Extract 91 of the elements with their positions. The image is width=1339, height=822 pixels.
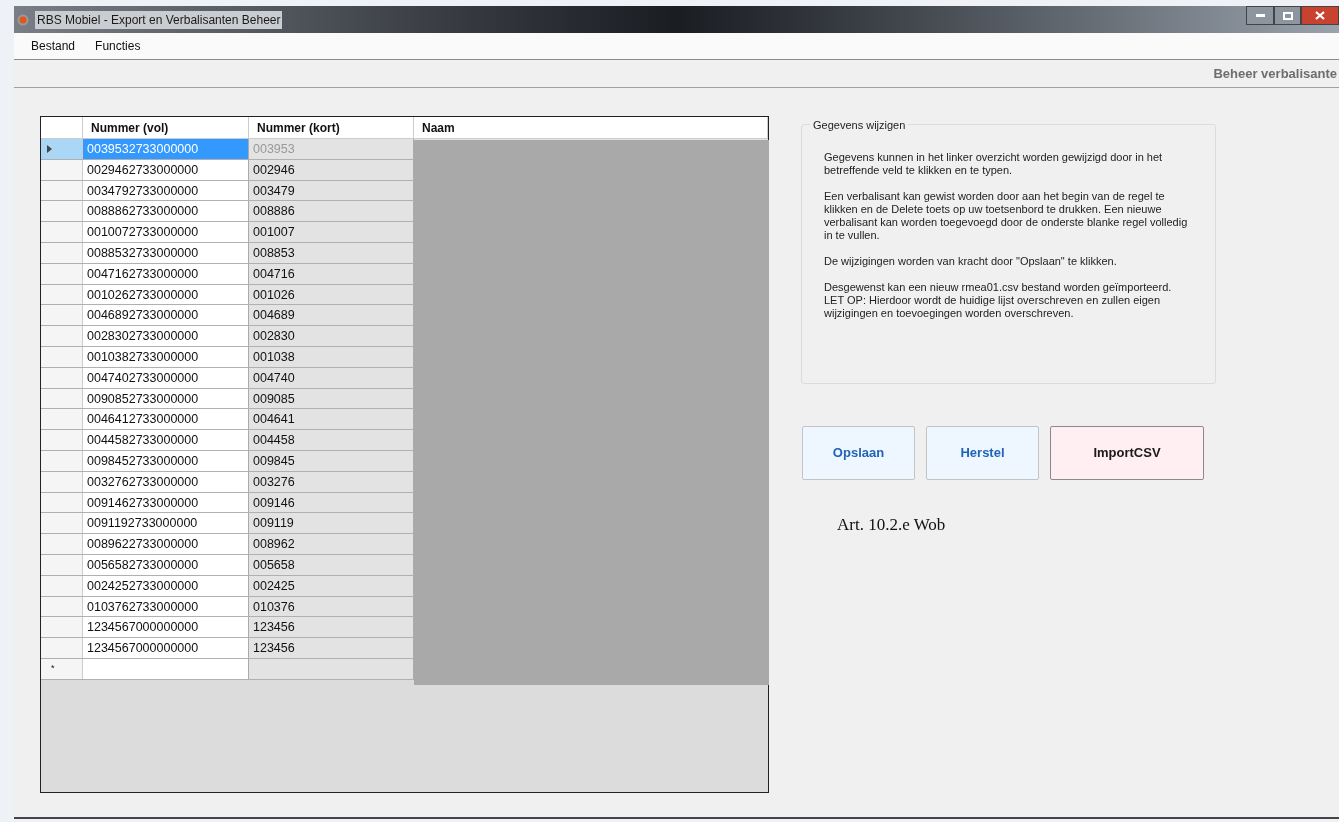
table-cell[interactable]	[83, 658, 249, 679]
table-cell: 003276	[249, 471, 414, 492]
table-cell: 009119	[249, 513, 414, 534]
row-header[interactable]	[41, 305, 83, 326]
maximize-button[interactable]	[1274, 6, 1301, 25]
info-paragraph: Gegevens kunnen in het linker overzicht worden gewijzigd door in het betreffende veld te klikken en te typen.	[824, 151, 1164, 177]
table-cell[interactable]: 0034792733000000	[83, 180, 249, 201]
table-cell[interactable]: 0091192733000000	[83, 513, 249, 534]
row-header[interactable]	[41, 388, 83, 409]
table-cell: 002946	[249, 159, 414, 180]
table-cell[interactable]: 0047162733000000	[83, 263, 249, 284]
column-header[interactable]: Nummer (vol)	[83, 117, 249, 138]
window-title: RBS Mobiel - Export en Verbalisanten Beheer	[35, 10, 283, 29]
action-button[interactable]: ImportCSV	[1050, 426, 1204, 480]
column-header[interactable]: Nummer (kort)	[249, 117, 414, 138]
table-cell: 002425	[249, 575, 414, 596]
info-paragraph: Desgewenst kan een nieuw rmea01.csv bestand worden geïmporteerd. LET OP: Hierdoor wordt de huidige lijst overschreven en zullen eigen wijzigingen en toevoegingen worden overschreven.	[824, 281, 1173, 320]
table-cell: 008886	[249, 201, 414, 222]
toolbar-label: Beheer verbalisante	[1213, 64, 1337, 83]
table-cell[interactable]: 0010382733000000	[83, 346, 249, 367]
table-cell[interactable]: 0010262733000000	[83, 284, 249, 305]
action-button[interactable]: Herstel	[926, 426, 1039, 480]
table-cell: 004740	[249, 367, 414, 388]
table-cell: 004641	[249, 409, 414, 430]
table-cell[interactable]: 0090852733000000	[83, 388, 249, 409]
table-cell[interactable]: 0088862733000000	[83, 201, 249, 222]
menu-item[interactable]: Bestand	[31, 37, 76, 55]
table-cell[interactable]: 0046892733000000	[83, 305, 249, 326]
row-header[interactable]	[41, 367, 83, 388]
table-cell[interactable]: 0010072733000000	[83, 222, 249, 242]
table-cell: 009085	[249, 388, 414, 409]
table-cell: 004458	[249, 430, 414, 450]
row-header[interactable]	[41, 201, 83, 222]
table-cell[interactable]: 1234567000000000	[83, 638, 249, 658]
legal-note: Art. 10.2.e Wob	[837, 514, 947, 536]
table-cell[interactable]: 0056582733000000	[83, 554, 249, 575]
info-paragraph: De wijzigingen worden van kracht door "Opslaan" te klikken.	[824, 255, 1118, 268]
table-cell: 008962	[249, 534, 414, 554]
row-header[interactable]	[41, 554, 83, 575]
row-header[interactable]	[41, 513, 83, 534]
table-cell[interactable]: 1234567000000000	[83, 617, 249, 638]
row-header[interactable]	[41, 139, 83, 159]
row-header[interactable]	[41, 575, 83, 596]
table-cell[interactable]: 0103762733000000	[83, 596, 249, 617]
table-cell: 123456	[249, 638, 414, 658]
table-cell[interactable]: 0028302733000000	[83, 326, 249, 346]
table-cell[interactable]: 0044582733000000	[83, 430, 249, 450]
close-icon	[1315, 11, 1325, 20]
table-cell[interactable]: 0024252733000000	[83, 575, 249, 596]
table-cell: 123456	[249, 617, 414, 638]
table-cell: 003479	[249, 180, 414, 201]
row-header[interactable]	[41, 450, 83, 471]
table-cell: 010376	[249, 596, 414, 617]
table-cell: 004689	[249, 305, 414, 326]
table-cell: 009146	[249, 492, 414, 513]
row-header[interactable]	[41, 284, 83, 305]
row-header[interactable]	[41, 263, 83, 284]
new-row-marker: *	[51, 662, 55, 676]
row-header[interactable]	[41, 159, 83, 180]
table-cell[interactable]: 0047402733000000	[83, 367, 249, 388]
table-cell[interactable]: 0091462733000000	[83, 492, 249, 513]
action-button[interactable]: Opslaan	[802, 426, 915, 480]
close-button[interactable]	[1301, 6, 1339, 25]
minimize-button[interactable]	[1246, 6, 1274, 25]
row-header[interactable]	[41, 617, 83, 638]
row-header[interactable]	[41, 346, 83, 367]
info-paragraph: Een verbalisant kan gewist worden door aan het begin van de regel te klikken en de Delete toets op uw toetsenbord te drukken. Een nieuwe verbalisant kan worden toegevoegd door de onderste blanke regel volledig in te vullen.	[824, 190, 1189, 242]
column-header[interactable]: Naam	[414, 117, 768, 138]
table-cell: 009845	[249, 450, 414, 471]
table-cell: 004716	[249, 263, 414, 284]
current-row-icon	[47, 144, 52, 153]
table-cell: 001007	[249, 222, 414, 242]
menu-item[interactable]: Functies	[95, 37, 141, 55]
app-icon	[17, 13, 29, 26]
table-cell: 002830	[249, 326, 414, 346]
table-cell: 008853	[249, 243, 414, 263]
table-cell[interactable]: 0029462733000000	[83, 159, 249, 180]
row-header[interactable]	[41, 180, 83, 201]
table-cell[interactable]: 0088532733000000	[83, 243, 249, 263]
row-header[interactable]	[41, 409, 83, 430]
row-header[interactable]	[41, 492, 83, 513]
row-header[interactable]	[41, 471, 83, 492]
table-cell: 005658	[249, 554, 414, 575]
table-cell[interactable]: 0089622733000000	[83, 534, 249, 554]
table-cell: 003953	[249, 139, 414, 159]
table-cell: 001026	[249, 284, 414, 305]
row-header[interactable]	[41, 596, 83, 617]
table-cell[interactable]: 0032762733000000	[83, 471, 249, 492]
table-cell[interactable]: 0046412733000000	[83, 409, 249, 430]
table-cell[interactable]: 0098452733000000	[83, 450, 249, 471]
table-cell: 001038	[249, 346, 414, 367]
